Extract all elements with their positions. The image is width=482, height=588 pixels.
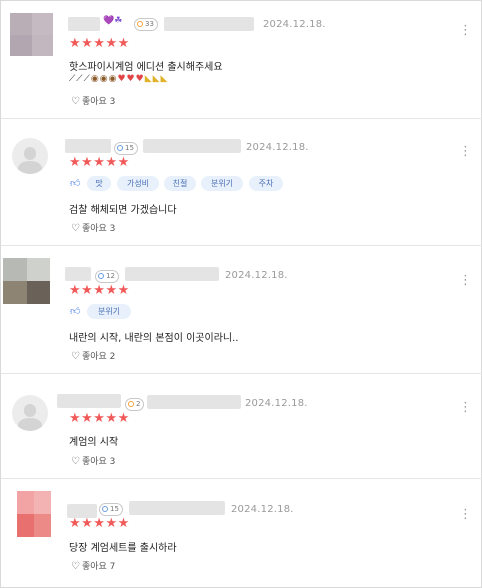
- level-badge: 15: [99, 503, 123, 516]
- level-badge: 15: [114, 142, 138, 155]
- level-icon: [98, 273, 104, 279]
- more-vertical-icon[interactable]: ⋮: [459, 145, 472, 158]
- tag-taste: 맛: [87, 176, 111, 191]
- reviewer-meta: [147, 395, 241, 409]
- star-rating: ★★★★★: [69, 516, 130, 531]
- tag-parking: 주차: [249, 176, 283, 191]
- review-list: 💜☘ 33 2024.12.18. ⋮ ★★★★★ 핫스파이시계엄 에디션 출시…: [0, 0, 482, 588]
- reviewer-meta: [125, 267, 219, 281]
- reviewer-meta: [143, 139, 241, 153]
- star-rating: ★★★★★: [69, 283, 130, 298]
- more-vertical-icon[interactable]: ⋮: [459, 24, 472, 37]
- like-button[interactable]: ♡ 좋아요 7: [71, 559, 115, 572]
- level-badge: 2: [125, 398, 145, 411]
- like-button[interactable]: ♡ 좋아요 3: [71, 454, 115, 467]
- divider: [1, 373, 482, 374]
- reviewer-name[interactable]: [57, 394, 121, 408]
- review-date: 2024.12.18.: [263, 19, 326, 30]
- review-text: 핫스파이시계엄 에디션 출시해주세요: [69, 62, 223, 73]
- more-vertical-icon[interactable]: ⋮: [459, 401, 472, 414]
- like-button[interactable]: ♡ 좋아요 2: [71, 349, 115, 362]
- level-badge: 33: [134, 18, 158, 31]
- level-icon: [102, 506, 108, 512]
- review-date: 2024.12.18.: [246, 142, 309, 153]
- review-date: 2024.12.18.: [245, 398, 308, 409]
- thumbs-up-icon: 👍︎: [70, 178, 81, 189]
- level-icon: [128, 401, 134, 407]
- review-text: 계엄의 시작: [69, 437, 119, 448]
- review-text: 내란의 시작, 내란의 본점이 이곳이라니..: [69, 333, 239, 344]
- avatar[interactable]: [12, 395, 48, 431]
- divider: [1, 478, 482, 479]
- avatar[interactable]: [3, 258, 50, 304]
- emoji-line: ⟋⟋⟋◉◉◉♥♥♥◣◣◣: [69, 74, 169, 84]
- level-icon: [137, 21, 143, 27]
- tag-atmosphere: 분위기: [87, 304, 131, 319]
- divider: [1, 245, 482, 246]
- heart-outline-icon: ♡: [71, 351, 80, 362]
- avatar[interactable]: [17, 491, 51, 537]
- tag-atmosphere: 분위기: [201, 176, 243, 191]
- level-icon: [117, 145, 123, 151]
- more-vertical-icon[interactable]: ⋮: [459, 274, 472, 287]
- heart-outline-icon: ♡: [71, 223, 80, 234]
- review-text: 검찰 해체되면 가겠습니다: [69, 205, 177, 216]
- star-rating: ★★★★★: [69, 36, 130, 51]
- review-text: 당장 계엄세트를 출시하라: [69, 543, 177, 554]
- thumbs-up-icon: 👍︎: [70, 306, 81, 317]
- more-vertical-icon[interactable]: ⋮: [459, 508, 472, 521]
- reviewer-name[interactable]: [65, 267, 91, 281]
- badge-emojis: 💜☘: [103, 16, 123, 26]
- divider: [1, 118, 482, 119]
- reviewer-meta: [164, 17, 254, 31]
- reviewer-name[interactable]: [65, 139, 111, 153]
- like-button[interactable]: ♡ 좋아요 3: [71, 221, 115, 234]
- level-badge: 12: [95, 270, 119, 283]
- tag-kindness: 친절: [164, 176, 196, 191]
- star-rating: ★★★★★: [69, 155, 130, 170]
- tag-value: 가성비: [117, 176, 159, 191]
- heart-outline-icon: ♡: [71, 96, 80, 107]
- reviewer-name[interactable]: [68, 17, 100, 31]
- avatar[interactable]: [10, 13, 53, 56]
- avatar[interactable]: [12, 138, 48, 174]
- star-rating: ★★★★★: [69, 411, 130, 426]
- heart-outline-icon: ♡: [71, 561, 80, 572]
- like-button[interactable]: ♡ 좋아요 3: [71, 94, 115, 107]
- review-date: 2024.12.18.: [225, 270, 288, 281]
- review-date: 2024.12.18.: [231, 504, 294, 515]
- reviewer-meta: [129, 501, 225, 515]
- heart-outline-icon: ♡: [71, 456, 80, 467]
